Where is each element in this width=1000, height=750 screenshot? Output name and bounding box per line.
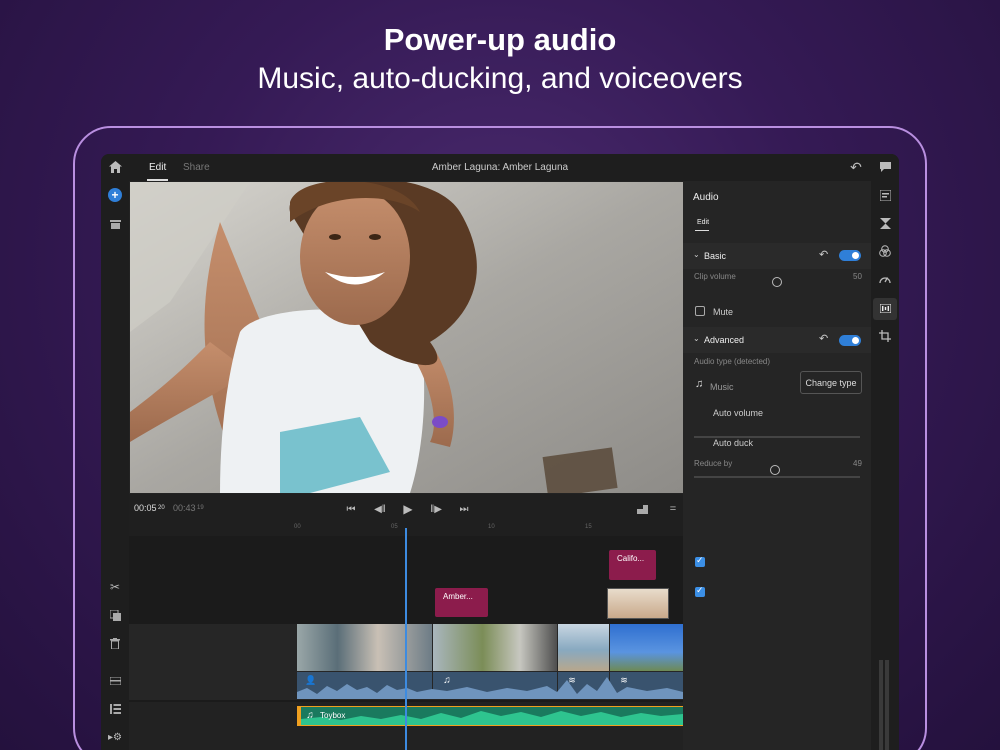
undo-icon[interactable]: ↶ (847, 159, 865, 175)
reduce-by-value: 49 (853, 459, 862, 468)
overlay-clip[interactable] (607, 588, 669, 619)
ambience-audio-icon: ≋ (620, 674, 628, 685)
music-note-icon: ♫ (443, 674, 451, 686)
current-time: 00:05 (134, 503, 157, 513)
track-options-icon[interactable] (108, 674, 122, 688)
advanced-toggle[interactable] (839, 335, 861, 346)
video-clip[interactable] (433, 624, 557, 671)
app-window: Edit Share Amber Laguna: Amber Laguna ↶ … (101, 154, 899, 750)
chevron-down-icon[interactable]: ⌄ (693, 250, 700, 259)
audio-type-value: Music (710, 382, 734, 392)
video-clip[interactable] (297, 624, 432, 671)
title-clip-california[interactable]: Califo... (609, 550, 656, 580)
advanced-section-label: Advanced (704, 335, 745, 345)
next-frame-icon[interactable]: ‖▶︎ (429, 502, 443, 516)
change-type-button[interactable]: Change type (800, 371, 862, 394)
project-title: Amber Laguna: Amber Laguna (431, 162, 569, 173)
video-clip[interactable] (610, 624, 683, 671)
fit-timeline-icon[interactable] (635, 502, 649, 516)
right-toolbar (871, 154, 899, 750)
left-toolbar: + ✂ ▸⚙ (101, 181, 129, 750)
music-note-icon: ♫ (306, 709, 314, 721)
current-frames: 20 (158, 505, 165, 511)
titles-icon[interactable] (878, 188, 892, 202)
voice-audio-icon: 👤 (305, 674, 317, 685)
duplicate-icon[interactable] (108, 608, 122, 622)
auto-duck-checkbox[interactable] (695, 585, 705, 597)
auto-volume-checkbox[interactable] (695, 555, 705, 567)
delete-icon[interactable] (108, 636, 122, 650)
project-panel-icon[interactable] (108, 217, 122, 231)
split-scissors-icon[interactable]: ✂ (108, 580, 122, 594)
feedback-icon[interactable] (878, 160, 892, 174)
playhead[interactable] (405, 528, 407, 750)
audio-meter (879, 660, 883, 750)
chevron-down-icon[interactable]: ⌄ (693, 334, 700, 343)
panel-tab-underline (695, 230, 709, 231)
title-clip-amber[interactable]: Amber... (435, 588, 488, 617)
select-tool-icon[interactable]: ▸⚙ (108, 730, 122, 744)
video-preview[interactable] (130, 182, 683, 493)
duration-time: 00:43 (173, 503, 196, 513)
duration-frames: 19 (197, 505, 204, 511)
transport-bar: 00:05 20 00:43 19 ⏮ ◀︎‖ ▶︎ ‖▶︎ ⏭ = (129, 494, 683, 524)
music-waveform (301, 711, 683, 725)
clip-volume-value: 50 (853, 272, 862, 281)
clip-volume-label: Clip volume (694, 272, 736, 281)
promo-subhead: Music, auto-ducking, and voiceovers (257, 62, 743, 95)
ambience-audio-icon: ≋ (568, 674, 576, 685)
music-note-icon: ♫ (695, 378, 704, 390)
timeline-menu-icon[interactable]: = (666, 502, 680, 516)
mute-label: Mute (713, 307, 734, 317)
reduce-by-label: Reduce by (694, 459, 733, 468)
top-bar: Edit Share Amber Laguna: Amber Laguna ↶ (101, 154, 899, 181)
track-list-icon[interactable] (108, 702, 122, 716)
reset-advanced-icon[interactable]: ↶ (819, 332, 828, 345)
auto-volume-label: Auto volume (713, 408, 764, 418)
music-clip-label: Toybox (320, 711, 346, 720)
go-to-end-icon[interactable]: ⏭ (457, 502, 471, 516)
speed-icon[interactable] (878, 272, 892, 286)
go-to-start-icon[interactable]: ⏮ (344, 502, 358, 516)
ruler-tick: 10 (488, 524, 495, 530)
color-icon[interactable] (878, 244, 892, 258)
previous-frame-icon[interactable]: ◀︎‖ (373, 502, 387, 516)
panel-tab-edit[interactable]: Edit (697, 219, 709, 226)
ruler-tick: 15 (585, 524, 592, 530)
promo-headline: Power-up audio (383, 22, 617, 57)
basic-section-label: Basic (704, 251, 727, 261)
panel-title: Audio (693, 192, 719, 203)
play-icon[interactable]: ▶︎ (401, 502, 415, 516)
crop-icon[interactable] (878, 329, 892, 343)
clip-volume-knob[interactable] (772, 277, 782, 287)
add-media-icon[interactable]: + (108, 188, 122, 202)
ruler-tick: 05 (391, 524, 398, 530)
video-clip[interactable] (558, 624, 609, 671)
transitions-icon[interactable] (878, 216, 892, 230)
auto-duck-label: Auto duck (713, 438, 754, 448)
audio-type-label: Audio type (detected) (694, 357, 771, 366)
ruler-tick: 00 (294, 524, 301, 530)
mute-checkbox[interactable] (695, 306, 705, 316)
reset-basic-icon[interactable]: ↶ (819, 248, 828, 261)
audio-meter (885, 660, 889, 750)
basic-toggle[interactable] (839, 250, 861, 261)
audio-icon[interactable] (878, 301, 892, 315)
reduce-by-slider[interactable] (694, 476, 860, 478)
